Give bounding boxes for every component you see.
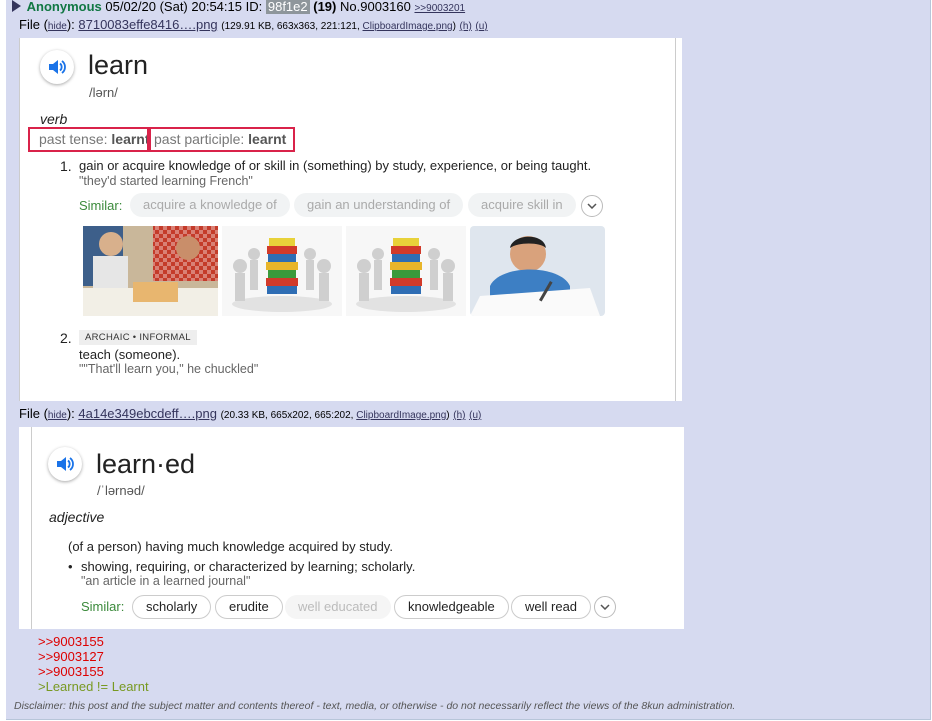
- example-2: "an article in a learned journal": [81, 574, 251, 588]
- file-info-2: File (hide): 4a14e349ebcdeff….png (20.33…: [19, 406, 482, 421]
- headword: learn: [88, 50, 149, 80]
- thumbnail-people-studying: [83, 226, 218, 316]
- definition-number-2: 2.: [60, 330, 72, 346]
- attached-image-learned[interactable]: learn·ed /ˈlərnəd/ adjective (of a perso…: [19, 427, 684, 629]
- post-date: 05/02/20 (Sat) 20:54:15: [105, 0, 242, 14]
- file-meta: (129.91 KB, 663x363, 221:121, ClipboardI…: [221, 21, 456, 32]
- similar-chip-1[interactable]: scholarly: [132, 595, 212, 619]
- speaker-icon: [40, 50, 74, 84]
- highlight-box-past-participle: [149, 127, 295, 152]
- quote-link-2[interactable]: >>9003127: [38, 649, 104, 664]
- definition-2: showing, requiring, or characterized by …: [81, 559, 416, 574]
- file-name-link[interactable]: 8710083effe8416….png: [78, 17, 217, 32]
- bullet: •: [68, 559, 73, 574]
- post-reply: Anonymous 05/02/20 (Sat) 20:54:15 ID: 98…: [6, 0, 931, 720]
- file-u-link[interactable]: (u): [475, 21, 487, 32]
- attached-image-learn[interactable]: learn /lərn/ verb past tense: learnt pas…: [19, 38, 682, 401]
- original-filename-link[interactable]: ClipboardImage.png: [363, 21, 453, 32]
- quote-link-3[interactable]: >>9003155: [38, 664, 104, 679]
- greentext-line: >Learned != Learnt: [38, 679, 149, 694]
- example-2: ""That'll learn you," he chuckled": [79, 362, 259, 376]
- definition-2: teach (someone).: [79, 347, 181, 362]
- chevron-down-icon[interactable]: [581, 195, 603, 217]
- image-right-border: [675, 38, 676, 401]
- highlight-box-past-tense: [28, 127, 149, 152]
- pronunciation: /ˈlərnəd/: [97, 483, 145, 498]
- similar-label: Similar:: [79, 198, 123, 213]
- backlink[interactable]: >>9003201: [414, 3, 465, 14]
- file-u-link[interactable]: (u): [469, 410, 481, 421]
- poster-id-count: (19): [313, 0, 337, 14]
- similar-chip-3[interactable]: acquire skill in: [468, 193, 576, 217]
- disclaimer: Disclaimer: this post and the subject ma…: [14, 700, 736, 712]
- similar-label: Similar:: [81, 599, 125, 614]
- hide-file-link[interactable]: hide: [48, 21, 67, 32]
- pronunciation: /lərn/: [89, 85, 118, 100]
- similar-chip-4[interactable]: knowledgeable: [394, 595, 509, 619]
- definition-1: gain or acquire knowledge of or skill in…: [79, 158, 592, 173]
- poster-name: Anonymous: [26, 0, 102, 14]
- example-1: "they'd started learning French": [79, 174, 253, 188]
- file-meta: (20.33 KB, 665x202, 665:202, ClipboardIm…: [220, 410, 450, 421]
- file-h-link[interactable]: (h): [453, 410, 465, 421]
- post-intro: Anonymous 05/02/20 (Sat) 20:54:15 ID: 98…: [12, 0, 465, 14]
- file-h-link[interactable]: (h): [460, 21, 472, 32]
- similar-chip-5[interactable]: well read: [511, 595, 592, 619]
- chevron-down-icon[interactable]: [594, 596, 616, 618]
- hide-file-link[interactable]: hide: [48, 410, 67, 421]
- usage-tag: ARCHAIC • INFORMAL: [79, 330, 197, 345]
- post-menu-triangle-icon[interactable]: [12, 0, 21, 12]
- file-info-1: File (hide): 8710083effe8416….png (129.9…: [19, 17, 488, 32]
- part-of-speech: adjective: [49, 509, 105, 525]
- part-of-speech: verb: [40, 111, 68, 127]
- file-label: File: [19, 406, 40, 421]
- thumbnail-books-stack-2: [346, 226, 466, 316]
- post-body: >>9003155 >>9003127 >>9003155 >Learned !…: [38, 634, 149, 694]
- post-number[interactable]: No.9003160: [340, 0, 411, 14]
- thumbnail-books-stack-1: [222, 226, 342, 316]
- headword: learn·ed: [96, 449, 196, 479]
- poster-id-label: ID:: [245, 0, 263, 14]
- similar-chip-2[interactable]: erudite: [215, 595, 283, 619]
- file-name-link[interactable]: 4a14e349ebcdeff….png: [78, 406, 217, 421]
- definition-number-1: 1.: [60, 158, 72, 174]
- image-left-border: [31, 427, 32, 629]
- original-filename-link[interactable]: ClipboardImage.png: [356, 410, 446, 421]
- thumbnail-boy-writing: [470, 226, 605, 316]
- similar-chip-1[interactable]: acquire a knowledge of: [130, 193, 290, 217]
- quote-link-1[interactable]: >>9003155: [38, 634, 104, 649]
- speaker-icon: [48, 447, 82, 481]
- similar-chip-2[interactable]: gain an understanding of: [294, 193, 464, 217]
- definition-1: (of a person) having much knowledge acqu…: [68, 539, 393, 554]
- file-label: File: [19, 17, 40, 32]
- poster-id[interactable]: 98f1e2: [265, 0, 310, 14]
- image-left-border: [19, 38, 20, 401]
- similar-chip-3[interactable]: well educated: [285, 595, 391, 619]
